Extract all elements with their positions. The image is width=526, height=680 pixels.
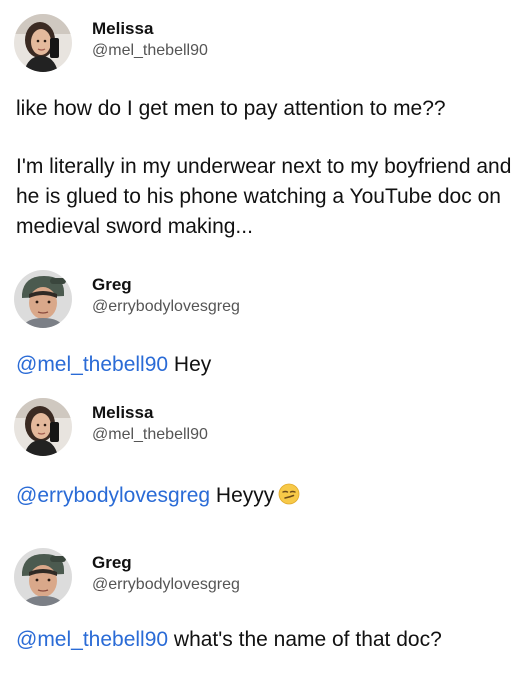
tweet-body: @errybodylovesgreg Heyyy (16, 481, 516, 511)
user-names: Greg @errybodylovesgreg (92, 274, 240, 318)
display-name[interactable]: Melissa (92, 18, 208, 40)
tweet-thread: Melissa @mel_thebell90 like how do I get… (0, 0, 526, 680)
user-names: Melissa @mel_thebell90 (92, 402, 208, 446)
tweet-text: what's the name of that doc? (168, 628, 442, 651)
user-handle[interactable]: @errybodylovesgreg (92, 574, 240, 596)
tweet-body: @mel_thebell90 Hey (16, 350, 516, 380)
display-name[interactable]: Melissa (92, 402, 208, 424)
man-backwards-cap-avatar[interactable] (14, 270, 72, 328)
mention-link[interactable]: @mel_thebell90 (16, 628, 168, 651)
woman-selfie-avatar[interactable] (14, 398, 72, 456)
tweet-text: Hey (168, 353, 212, 376)
tweet-paragraph: like how do I get men to pay attention t… (16, 97, 446, 120)
mention-link[interactable]: @mel_thebell90 (16, 353, 168, 376)
user-handle[interactable]: @mel_thebell90 (92, 40, 208, 62)
user-names: Melissa @mel_thebell90 (92, 18, 208, 62)
woman-selfie-avatar[interactable] (14, 14, 72, 72)
tweet-body: like how do I get men to pay attention t… (16, 94, 516, 242)
mention-link[interactable]: @errybodylovesgreg (16, 484, 210, 507)
tweet-paragraph: I'm literally in my underwear next to my… (16, 155, 512, 238)
tweet-header: Greg @errybodylovesgreg (14, 270, 240, 328)
tweet-body: @mel_thebell90 what's the name of that d… (16, 625, 516, 655)
user-handle[interactable]: @mel_thebell90 (92, 424, 208, 446)
man-backwards-cap-avatar[interactable] (14, 548, 72, 606)
smirking-face-emoji (278, 483, 300, 505)
tweet-header: Melissa @mel_thebell90 (14, 398, 208, 456)
tweet-header: Greg @errybodylovesgreg (14, 548, 240, 606)
user-handle[interactable]: @errybodylovesgreg (92, 296, 240, 318)
display-name[interactable]: Greg (92, 552, 240, 574)
tweet-text: Heyyy (210, 484, 275, 507)
tweet-header: Melissa @mel_thebell90 (14, 14, 208, 72)
display-name[interactable]: Greg (92, 274, 240, 296)
user-names: Greg @errybodylovesgreg (92, 552, 240, 596)
